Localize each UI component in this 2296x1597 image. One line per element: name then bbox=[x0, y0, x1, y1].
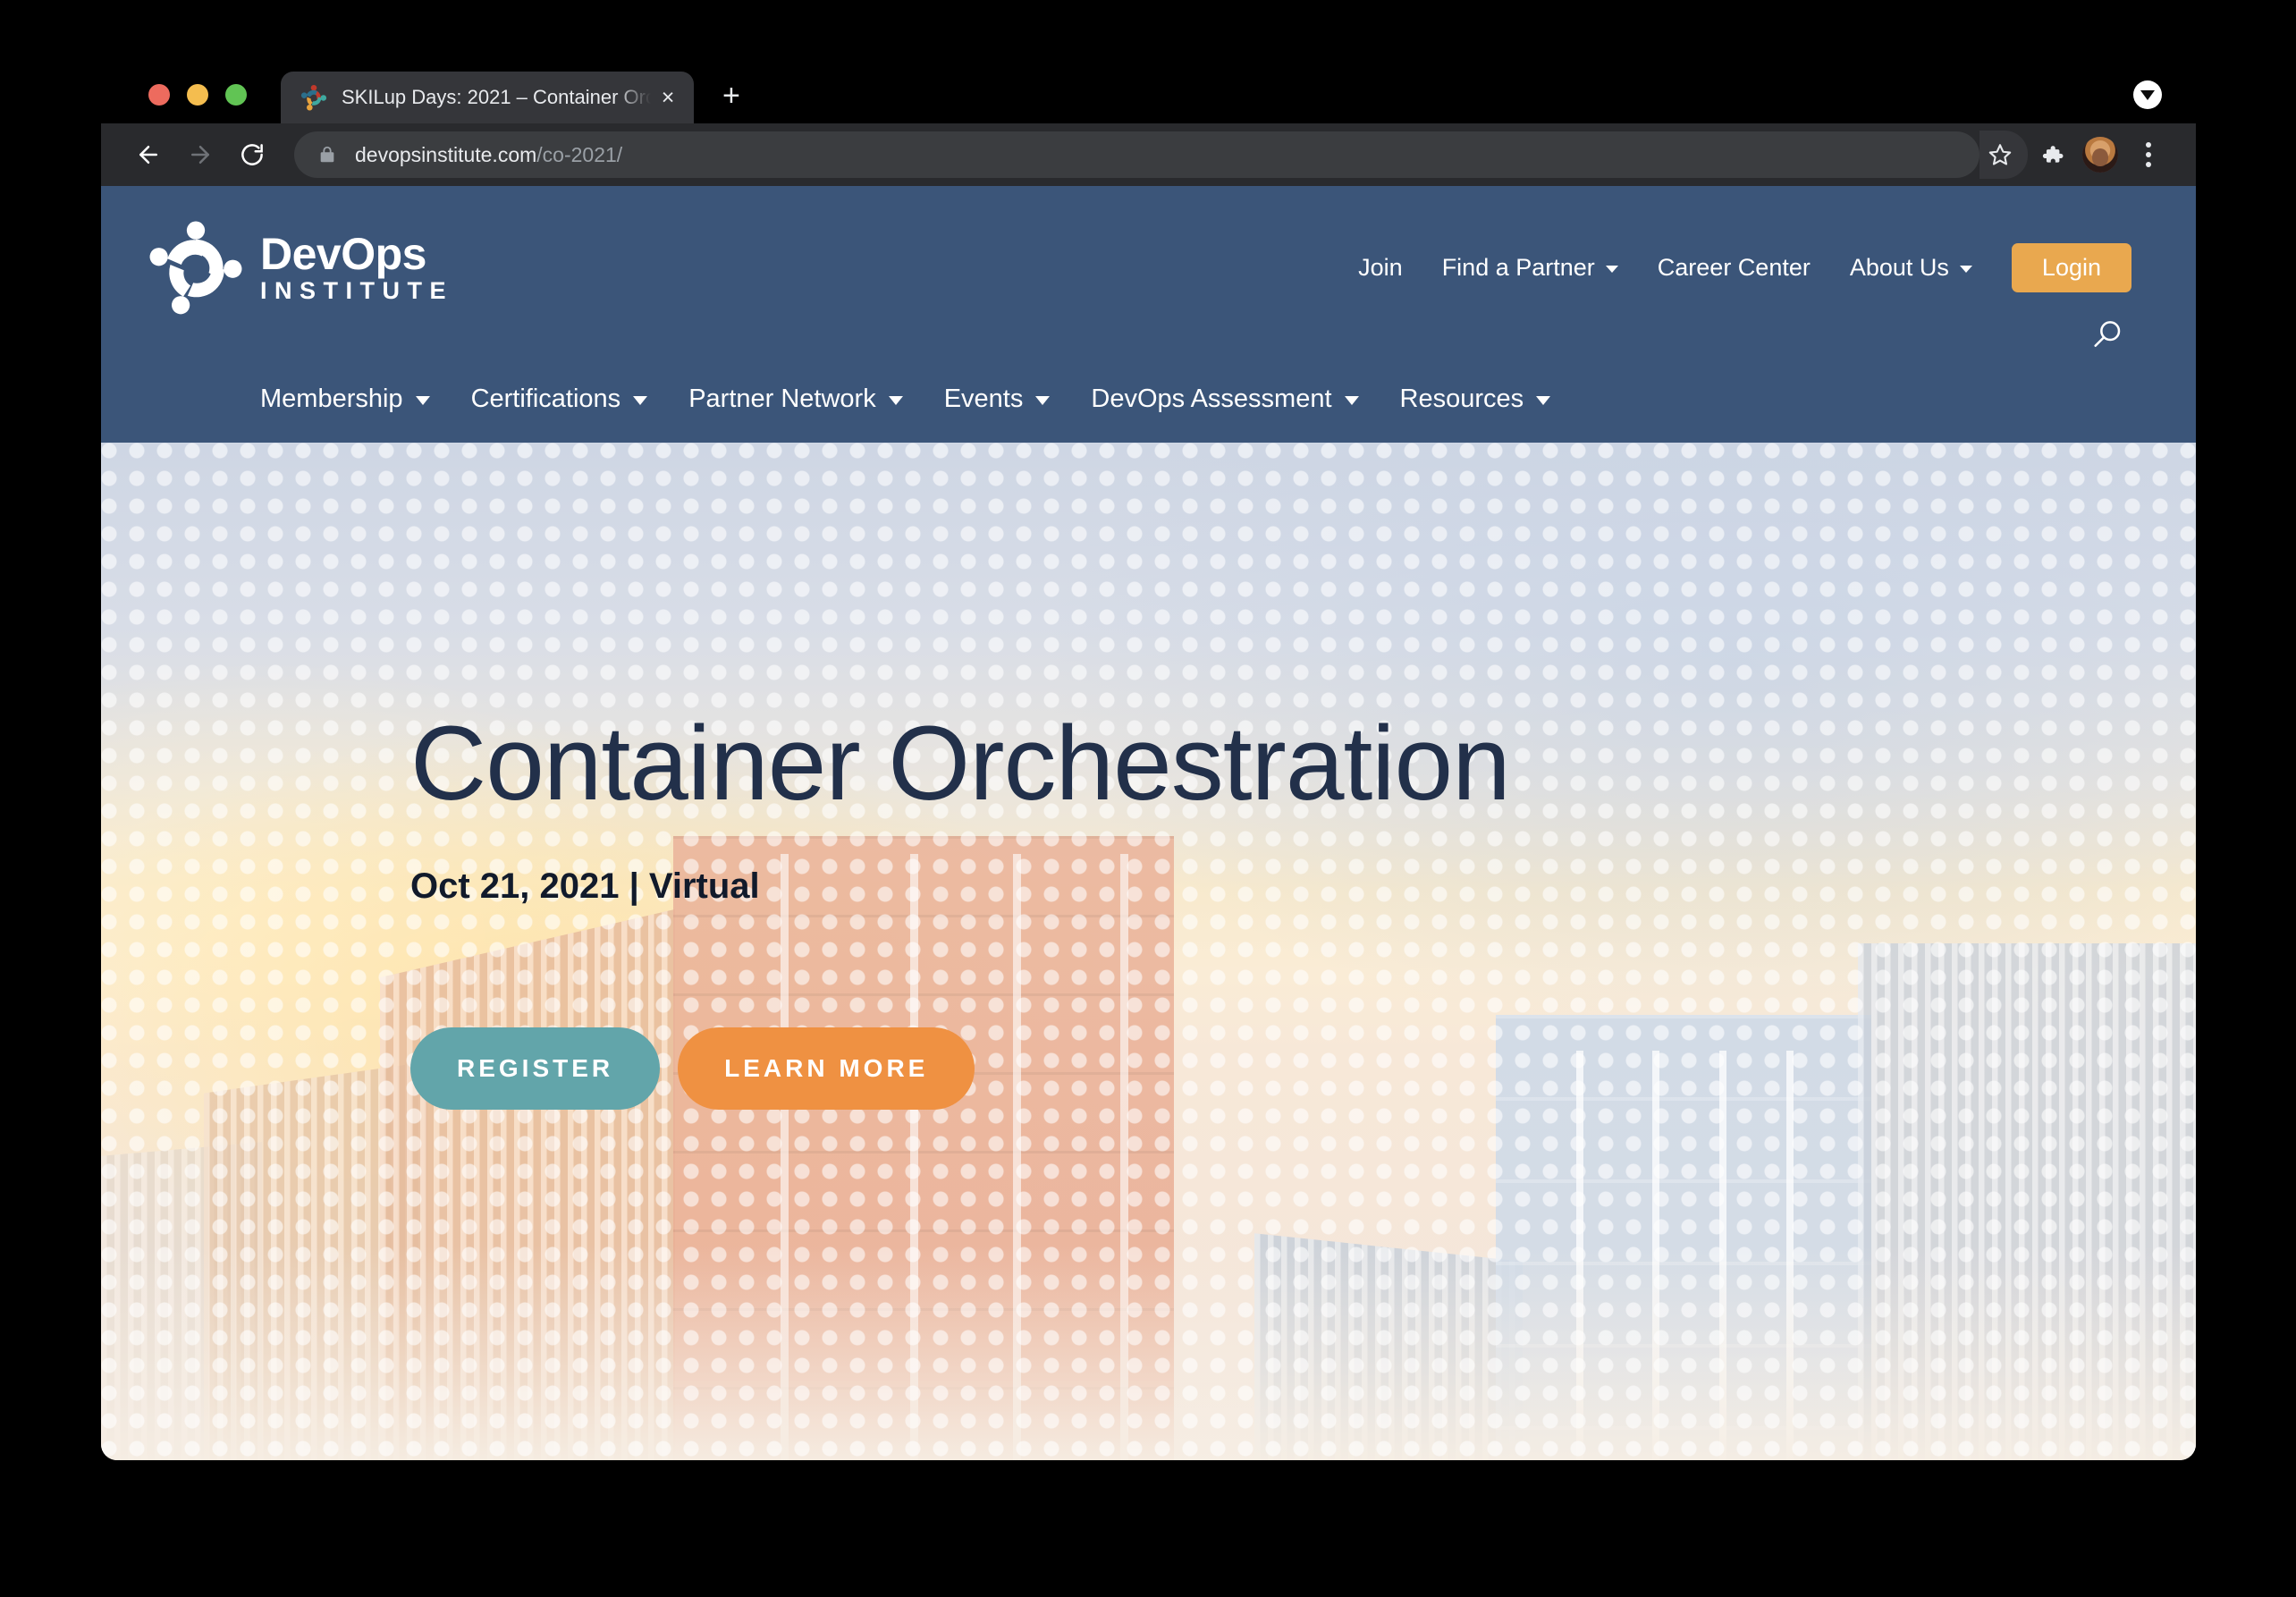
learn-more-button[interactable]: LEARN MORE bbox=[678, 1027, 975, 1110]
site-header: DevOps INSTITUTE Join Find a Partner Car… bbox=[101, 186, 2196, 443]
browser-toolbar: devopsinstitute.com/co-2021/ bbox=[101, 123, 2196, 186]
chevron-down-icon bbox=[415, 396, 430, 405]
nav-label: Resources bbox=[1399, 384, 1524, 413]
hero-content: Container Orchestration Oct 21, 2021 | V… bbox=[410, 443, 1511, 1110]
forward-arrow-icon[interactable] bbox=[174, 129, 226, 181]
top-nav-label: Find a Partner bbox=[1441, 253, 1595, 281]
login-button[interactable]: Login bbox=[2011, 242, 2131, 292]
site-logo-text: DevOps INSTITUTE bbox=[260, 232, 453, 303]
search-magnifier-icon[interactable] bbox=[2090, 317, 2124, 356]
top-nav-item-find-a-partner[interactable]: Find a Partner bbox=[1442, 254, 1618, 282]
nav-item-events[interactable]: Events bbox=[944, 384, 1051, 414]
url-path: /co-2021/ bbox=[536, 142, 623, 166]
devops-institute-logo-icon bbox=[148, 219, 244, 316]
page-title: Container Orchestration bbox=[410, 705, 1511, 823]
hero-section: Container Orchestration Oct 21, 2021 | V… bbox=[101, 443, 2196, 1460]
top-nav-label: Join bbox=[1358, 253, 1403, 281]
puzzle-piece-icon[interactable] bbox=[2028, 131, 2076, 179]
browser-tab-active[interactable]: SKILup Days: 2021 – Container Orchestrat… bbox=[281, 72, 694, 123]
top-nav-item-about-us[interactable]: About Us bbox=[1850, 254, 1972, 282]
header-search-row bbox=[101, 311, 2196, 361]
nav-label: Membership bbox=[260, 384, 403, 413]
web-page: Container Orchestration Oct 21, 2021 | V… bbox=[101, 186, 2196, 1460]
site-logo[interactable]: DevOps INSTITUTE bbox=[148, 219, 453, 316]
close-icon[interactable]: × bbox=[656, 86, 680, 109]
window-traffic-lights bbox=[101, 84, 247, 123]
chevron-down-icon bbox=[1344, 396, 1359, 405]
header-top-row: DevOps INSTITUTE Join Find a Partner Car… bbox=[101, 186, 2196, 315]
nav-item-devops-assessment[interactable]: DevOps Assessment bbox=[1091, 384, 1359, 414]
top-nav-item-career-center[interactable]: Career Center bbox=[1658, 254, 1811, 282]
nav-item-membership[interactable]: Membership bbox=[260, 384, 430, 414]
three-dot-menu-icon[interactable] bbox=[2124, 131, 2173, 179]
nav-label: Partner Network bbox=[688, 384, 876, 413]
top-nav-label: Career Center bbox=[1657, 253, 1811, 281]
top-utility-nav: Join Find a Partner Career Center About … bbox=[1358, 242, 2131, 292]
nav-item-partner-network[interactable]: Partner Network bbox=[688, 384, 903, 414]
address-bar[interactable]: devopsinstitute.com/co-2021/ bbox=[294, 131, 1979, 178]
nav-label: Events bbox=[943, 384, 1024, 413]
register-button[interactable]: REGISTER bbox=[410, 1027, 661, 1110]
nav-label: Certifications bbox=[470, 384, 621, 413]
lock-icon bbox=[317, 144, 339, 165]
nav-label: DevOps Assessment bbox=[1091, 384, 1332, 413]
url-domain: devopsinstitute.com bbox=[355, 142, 537, 166]
chevron-down-icon bbox=[633, 396, 648, 405]
main-navigation: Membership Certifications Partner Networ… bbox=[101, 361, 2196, 436]
browser-window: SKILup Days: 2021 – Container Orchestrat… bbox=[101, 63, 2196, 1460]
browser-tab-title: SKILup Days: 2021 – Container Orchestrat… bbox=[342, 86, 651, 108]
new-tab-button[interactable]: + bbox=[722, 80, 740, 111]
chevron-down-icon bbox=[888, 396, 903, 405]
nav-item-certifications[interactable]: Certifications bbox=[471, 384, 648, 414]
chevron-down-icon bbox=[1035, 396, 1051, 405]
top-nav-label: About Us bbox=[1849, 253, 1949, 281]
nav-item-resources[interactable]: Resources bbox=[1400, 384, 1551, 414]
back-arrow-icon[interactable] bbox=[122, 129, 174, 181]
download-chevron-icon[interactable] bbox=[2133, 80, 2162, 109]
top-nav-item-join[interactable]: Join bbox=[1358, 254, 1403, 282]
maximize-window-button[interactable] bbox=[225, 84, 247, 106]
user-avatar[interactable] bbox=[2076, 131, 2124, 179]
event-date-location: Oct 21, 2021 | Virtual bbox=[410, 866, 760, 906]
avatar bbox=[2082, 137, 2118, 173]
address-bar-url: devopsinstitute.com/co-2021/ bbox=[355, 143, 1960, 167]
hero-cta-group: REGISTER LEARN MORE bbox=[410, 1027, 1510, 1110]
chevron-down-icon bbox=[1959, 266, 1972, 273]
devops-institute-icon bbox=[300, 84, 327, 111]
close-window-button[interactable] bbox=[148, 84, 170, 106]
browser-tab-strip: SKILup Days: 2021 – Container Orchestrat… bbox=[101, 63, 2196, 123]
chevron-down-icon bbox=[1605, 266, 1618, 273]
logo-subtitle: INSTITUTE bbox=[260, 277, 453, 304]
star-icon[interactable] bbox=[1979, 131, 2028, 179]
logo-word: DevOps bbox=[260, 229, 426, 279]
minimize-window-button[interactable] bbox=[187, 84, 208, 106]
reload-icon[interactable] bbox=[226, 129, 278, 181]
chevron-down-icon bbox=[1536, 396, 1551, 405]
